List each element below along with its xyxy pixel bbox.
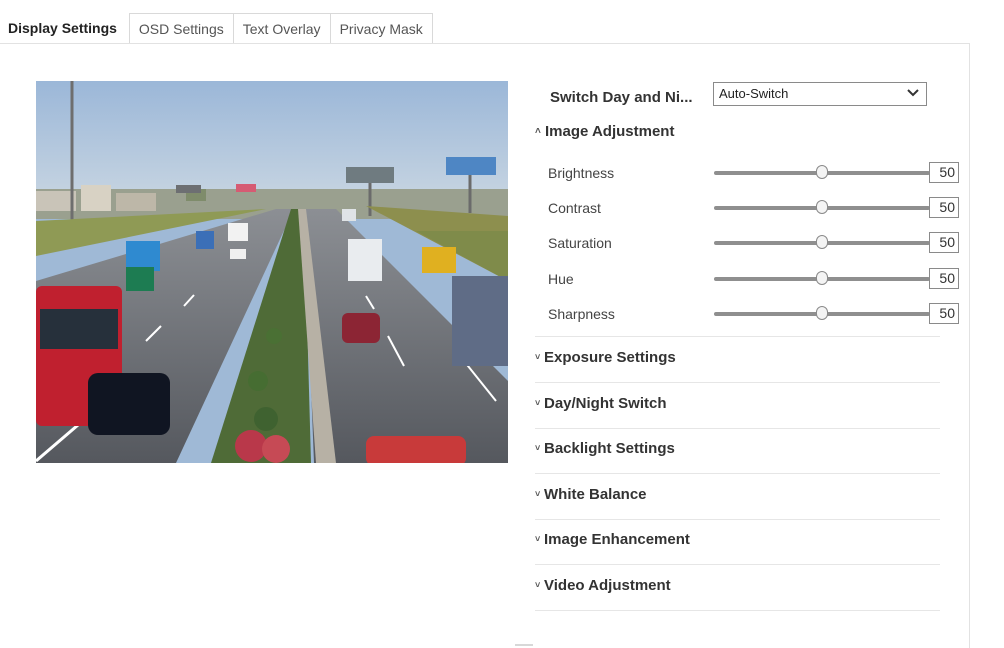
hue-slider[interactable] xyxy=(714,271,930,285)
section-exposure-settings-label: ˅ Exposure Settings xyxy=(535,349,676,366)
slider-row-sharpness: Sharpness 50 xyxy=(548,303,968,325)
section-day-night-switch-label: ˅ Day/Night Switch xyxy=(535,395,667,412)
section-image-enhancement[interactable]: ˅ Image Enhancement xyxy=(535,519,940,565)
tab-text-overlay[interactable]: Text Overlay xyxy=(232,13,331,44)
caret-down-icon: ˅ xyxy=(535,443,541,453)
contrast-slider-handle[interactable] xyxy=(816,200,828,214)
tab-osd-settings[interactable]: OSD Settings xyxy=(128,13,234,44)
brightness-value-input[interactable]: 50 xyxy=(929,162,959,183)
saturation-label: Saturation xyxy=(548,235,612,251)
switch-day-night-value: Auto-Switch xyxy=(719,86,789,101)
section-white-balance-label: ˅ White Balance xyxy=(535,486,647,503)
caret-down-icon: ˅ xyxy=(535,488,541,499)
image-adjustment-header[interactable]: ˄ Image Adjustment xyxy=(535,123,674,145)
sharpness-slider-handle[interactable] xyxy=(816,306,828,320)
caret-down-icon: ˅ xyxy=(535,534,541,544)
hue-value-input[interactable]: 50 xyxy=(929,268,959,289)
saturation-value-input[interactable]: 50 xyxy=(929,232,959,253)
section-title: Exposure Settings xyxy=(544,349,676,366)
section-exposure-settings[interactable]: ˅ Exposure Settings xyxy=(535,337,940,383)
section-title: Day/Night Switch xyxy=(544,394,667,412)
section-title: Backlight Settings xyxy=(544,440,675,457)
chevron-down-icon xyxy=(907,89,919,97)
caret-up-icon: ˄ xyxy=(535,126,541,137)
slider-row-contrast: Contrast 50 xyxy=(548,197,968,219)
caret-down-icon: ˅ xyxy=(535,579,541,590)
section-white-balance[interactable]: ˅ White Balance xyxy=(535,474,940,520)
section-video-adjustment-label: ˅ Video Adjustment xyxy=(535,577,671,594)
highway-scene-image xyxy=(36,81,508,463)
slider-row-hue: Hue 50 xyxy=(548,268,968,290)
contrast-value-input[interactable]: 50 xyxy=(929,197,959,218)
hue-label: Hue xyxy=(548,271,574,287)
section-image-enhancement-label: ˅ Image Enhancement xyxy=(535,531,690,548)
switch-day-night-label: Switch Day and Ni... xyxy=(550,89,693,106)
section-backlight-settings[interactable]: ˅ Backlight Settings xyxy=(535,428,940,474)
section-title: White Balance xyxy=(544,485,647,503)
scroll-indicator xyxy=(515,644,533,646)
section-day-night-switch[interactable]: ˅ Day/Night Switch xyxy=(535,383,940,429)
tab-display-settings[interactable]: Display Settings xyxy=(0,13,129,44)
image-adjustment-title: Image Adjustment xyxy=(545,123,675,140)
brightness-slider[interactable] xyxy=(714,165,930,179)
caret-down-icon: ˅ xyxy=(535,397,541,408)
slider-row-saturation: Saturation 50 xyxy=(548,232,968,254)
video-preview xyxy=(36,81,508,463)
sharpness-label: Sharpness xyxy=(548,306,615,322)
slider-row-brightness: Brightness 50 xyxy=(548,162,968,184)
sharpness-slider[interactable] xyxy=(714,306,930,320)
switch-day-night-select[interactable]: Auto-Switch xyxy=(713,82,927,106)
switch-day-night-row: Switch Day and Ni... Auto-Switch xyxy=(550,82,970,110)
saturation-slider-handle[interactable] xyxy=(816,235,828,249)
saturation-slider[interactable] xyxy=(714,235,930,249)
section-video-adjustment[interactable]: ˅ Video Adjustment xyxy=(535,565,940,611)
section-backlight-settings-label: ˅ Backlight Settings xyxy=(535,440,675,457)
brightness-slider-handle[interactable] xyxy=(816,165,828,179)
hue-slider-handle[interactable] xyxy=(816,271,828,285)
tab-privacy-mask[interactable]: Privacy Mask xyxy=(329,13,433,44)
section-title: Video Adjustment xyxy=(544,576,671,594)
contrast-label: Contrast xyxy=(548,200,601,216)
contrast-slider[interactable] xyxy=(714,200,930,214)
tab-bar: Display Settings OSD Settings Text Overl… xyxy=(0,12,433,44)
caret-down-icon: ˅ xyxy=(535,352,541,362)
panel-border xyxy=(969,43,970,648)
sharpness-value-input[interactable]: 50 xyxy=(929,303,959,324)
section-title: Image Enhancement xyxy=(544,531,690,548)
brightness-label: Brightness xyxy=(548,165,615,181)
